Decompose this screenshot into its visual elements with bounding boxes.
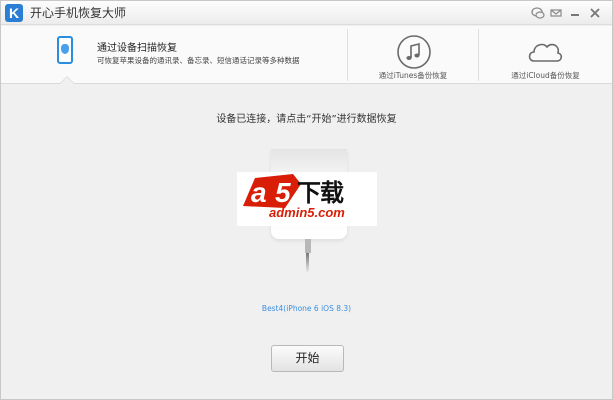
instruction-text: 设备已连接，请点击“开始”进行数据恢复 (216, 114, 397, 125)
minimize-icon[interactable] (568, 6, 582, 20)
window-title: 开心手机恢复大师 (30, 6, 127, 20)
svg-text:a: a (251, 177, 267, 208)
cloud-icon (525, 34, 565, 70)
cable-plug (305, 239, 311, 253)
svg-text:5: 5 (275, 177, 291, 208)
app-window: K 开心手机恢复大师 通过设备扫描恢复 可恢复苹果设备的通讯录、备忘录、短信通话… (0, 0, 613, 400)
music-note-icon (396, 34, 432, 70)
watermark-logo: a 5 下载 admin5.com (237, 172, 377, 226)
tab-device-scan-title: 通过设备扫描恢复 (97, 43, 177, 54)
chat-icon[interactable] (531, 6, 545, 20)
tab-device-scan[interactable]: 通过设备扫描恢复 可恢复苹果设备的通讯录、备忘录、短信通话记录等多种数据 (1, 26, 347, 84)
iphone-icon (57, 36, 73, 64)
tab-device-scan-desc: 可恢复苹果设备的通讯录、备忘录、短信通话记录等多种数据 (97, 56, 300, 65)
device-name-label: Best4(iPhone 6 iOS 8.3) (261, 304, 352, 313)
watermark-text: 下载 (297, 179, 344, 207)
close-icon[interactable] (588, 6, 602, 20)
start-button[interactable]: 开始 (271, 345, 344, 372)
tab-icloud-backup[interactable]: 通过iCloud备份恢复 (479, 26, 612, 84)
feedback-icon[interactable] (549, 6, 563, 20)
mode-tabs: 通过设备扫描恢复 可恢复苹果设备的通讯录、备忘录、短信通话记录等多种数据 通过i… (1, 26, 612, 84)
app-logo-icon: K (5, 4, 23, 22)
title-bar[interactable]: K 开心手机恢复大师 (1, 1, 612, 25)
tab-itunes-backup-label: 通过iTunes备份恢复 (378, 71, 448, 80)
watermark-site: admin5.com (269, 205, 345, 220)
usb-cable (306, 253, 309, 273)
tab-icloud-backup-label: 通过iCloud备份恢复 (511, 71, 580, 80)
main-panel: 设备已连接，请点击“开始”进行数据恢复 a 5 下载 admin5.com Be… (1, 85, 612, 399)
tab-itunes-backup[interactable]: 通过iTunes备份恢复 (348, 26, 478, 84)
